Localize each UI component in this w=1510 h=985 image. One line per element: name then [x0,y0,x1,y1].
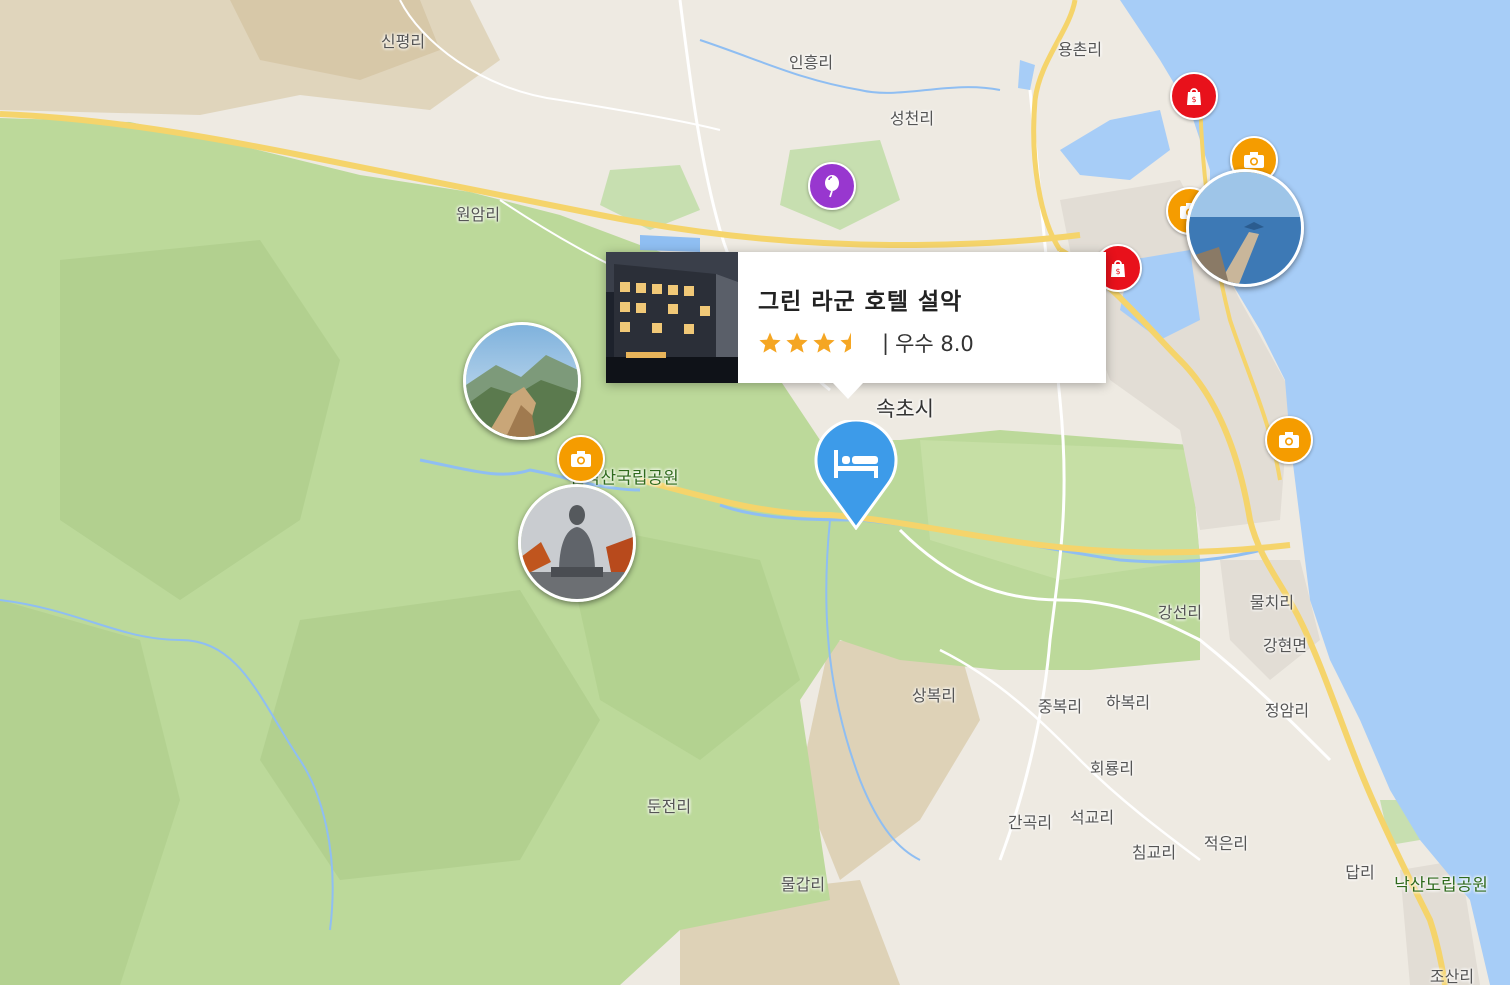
place-label-sangbok: 상복리 [911,686,957,705]
star-icon [786,332,808,353]
star-icon [813,332,835,353]
place-label-naksan-park[interactable]: 낙산도립공원 [1394,871,1488,896]
rating-label: 우수 8.0 [895,332,974,356]
map-canvas[interactable]: 신평리 인흥리 용촌리 성천리 원암리 속초시 설악산국립공원 강선리 물치리 … [0,0,1510,985]
place-label-mulgap: 물갑리 [780,875,826,894]
place-label-habok: 하복리 [1105,693,1151,712]
shopping-marker[interactable]: $ [1170,72,1218,120]
map-base-layer [0,0,1510,985]
star-icon [840,332,851,353]
hotel-marker[interactable] [812,418,900,531]
seaside-pier-image [1186,169,1304,287]
place-label-chimgyo: 침교리 [1131,843,1177,862]
place-label-mulchi: 물치리 [1249,593,1295,612]
place-label-dunjeon: 둔전리 [646,797,692,816]
place-label-jeongam: 정암리 [1264,701,1310,720]
place-label-yongchon: 용촌리 [1057,40,1103,59]
shopping-bag-icon: $ [1170,72,1218,120]
star-rating [758,331,866,355]
place-label-seokgyo: 석교리 [1069,808,1115,827]
attraction-photo-mountain-ridge[interactable] [463,322,581,440]
hotel-bed-icon [814,418,898,531]
star-icon [759,332,781,353]
place-label-wonam: 원암리 [455,205,501,224]
svg-text:$: $ [1115,267,1120,276]
rating-separator: | [882,331,890,355]
place-label-seongcheon: 성천리 [889,109,935,128]
place-label-jeogeun: 적은리 [1203,834,1249,853]
mountain-ridge-image [463,322,581,440]
landmark-marker[interactable] [808,162,856,210]
place-label-inheung: 인흥리 [788,53,834,72]
place-label-sinpyeong: 신평리 [380,32,426,51]
place-label-ganghyeon: 강현면 [1262,636,1308,655]
balloon-icon [808,162,856,210]
hotel-photo [606,252,738,383]
attraction-photo-seaside-pier[interactable] [1186,169,1304,287]
place-label-sokcho[interactable]: 속초시 [876,393,934,423]
place-label-dap: 답리 [1345,863,1375,882]
svg-text:$: $ [1191,95,1196,104]
camera-icon [1265,416,1313,464]
place-label-gangok: 간곡리 [1007,813,1053,832]
camera-icon [557,435,605,483]
place-label-hoeryong: 회룡리 [1089,759,1135,778]
place-label-gangseon: 강선리 [1157,603,1203,622]
hotel-name[interactable]: 그린 라군 호텔 설악 [758,282,974,316]
hotel-rating: | 우수 8.0 [758,328,974,358]
camera-marker[interactable] [1265,416,1313,464]
attraction-photo-buddha-statue[interactable] [518,484,636,602]
hotel-info-popup[interactable]: 그린 라군 호텔 설악 | 우수 8.0 [606,252,1106,399]
buddha-statue-image [518,484,636,602]
camera-marker[interactable] [557,435,605,483]
place-label-jungbok: 중복리 [1037,697,1083,716]
place-label-josan: 조산리 [1429,967,1475,985]
